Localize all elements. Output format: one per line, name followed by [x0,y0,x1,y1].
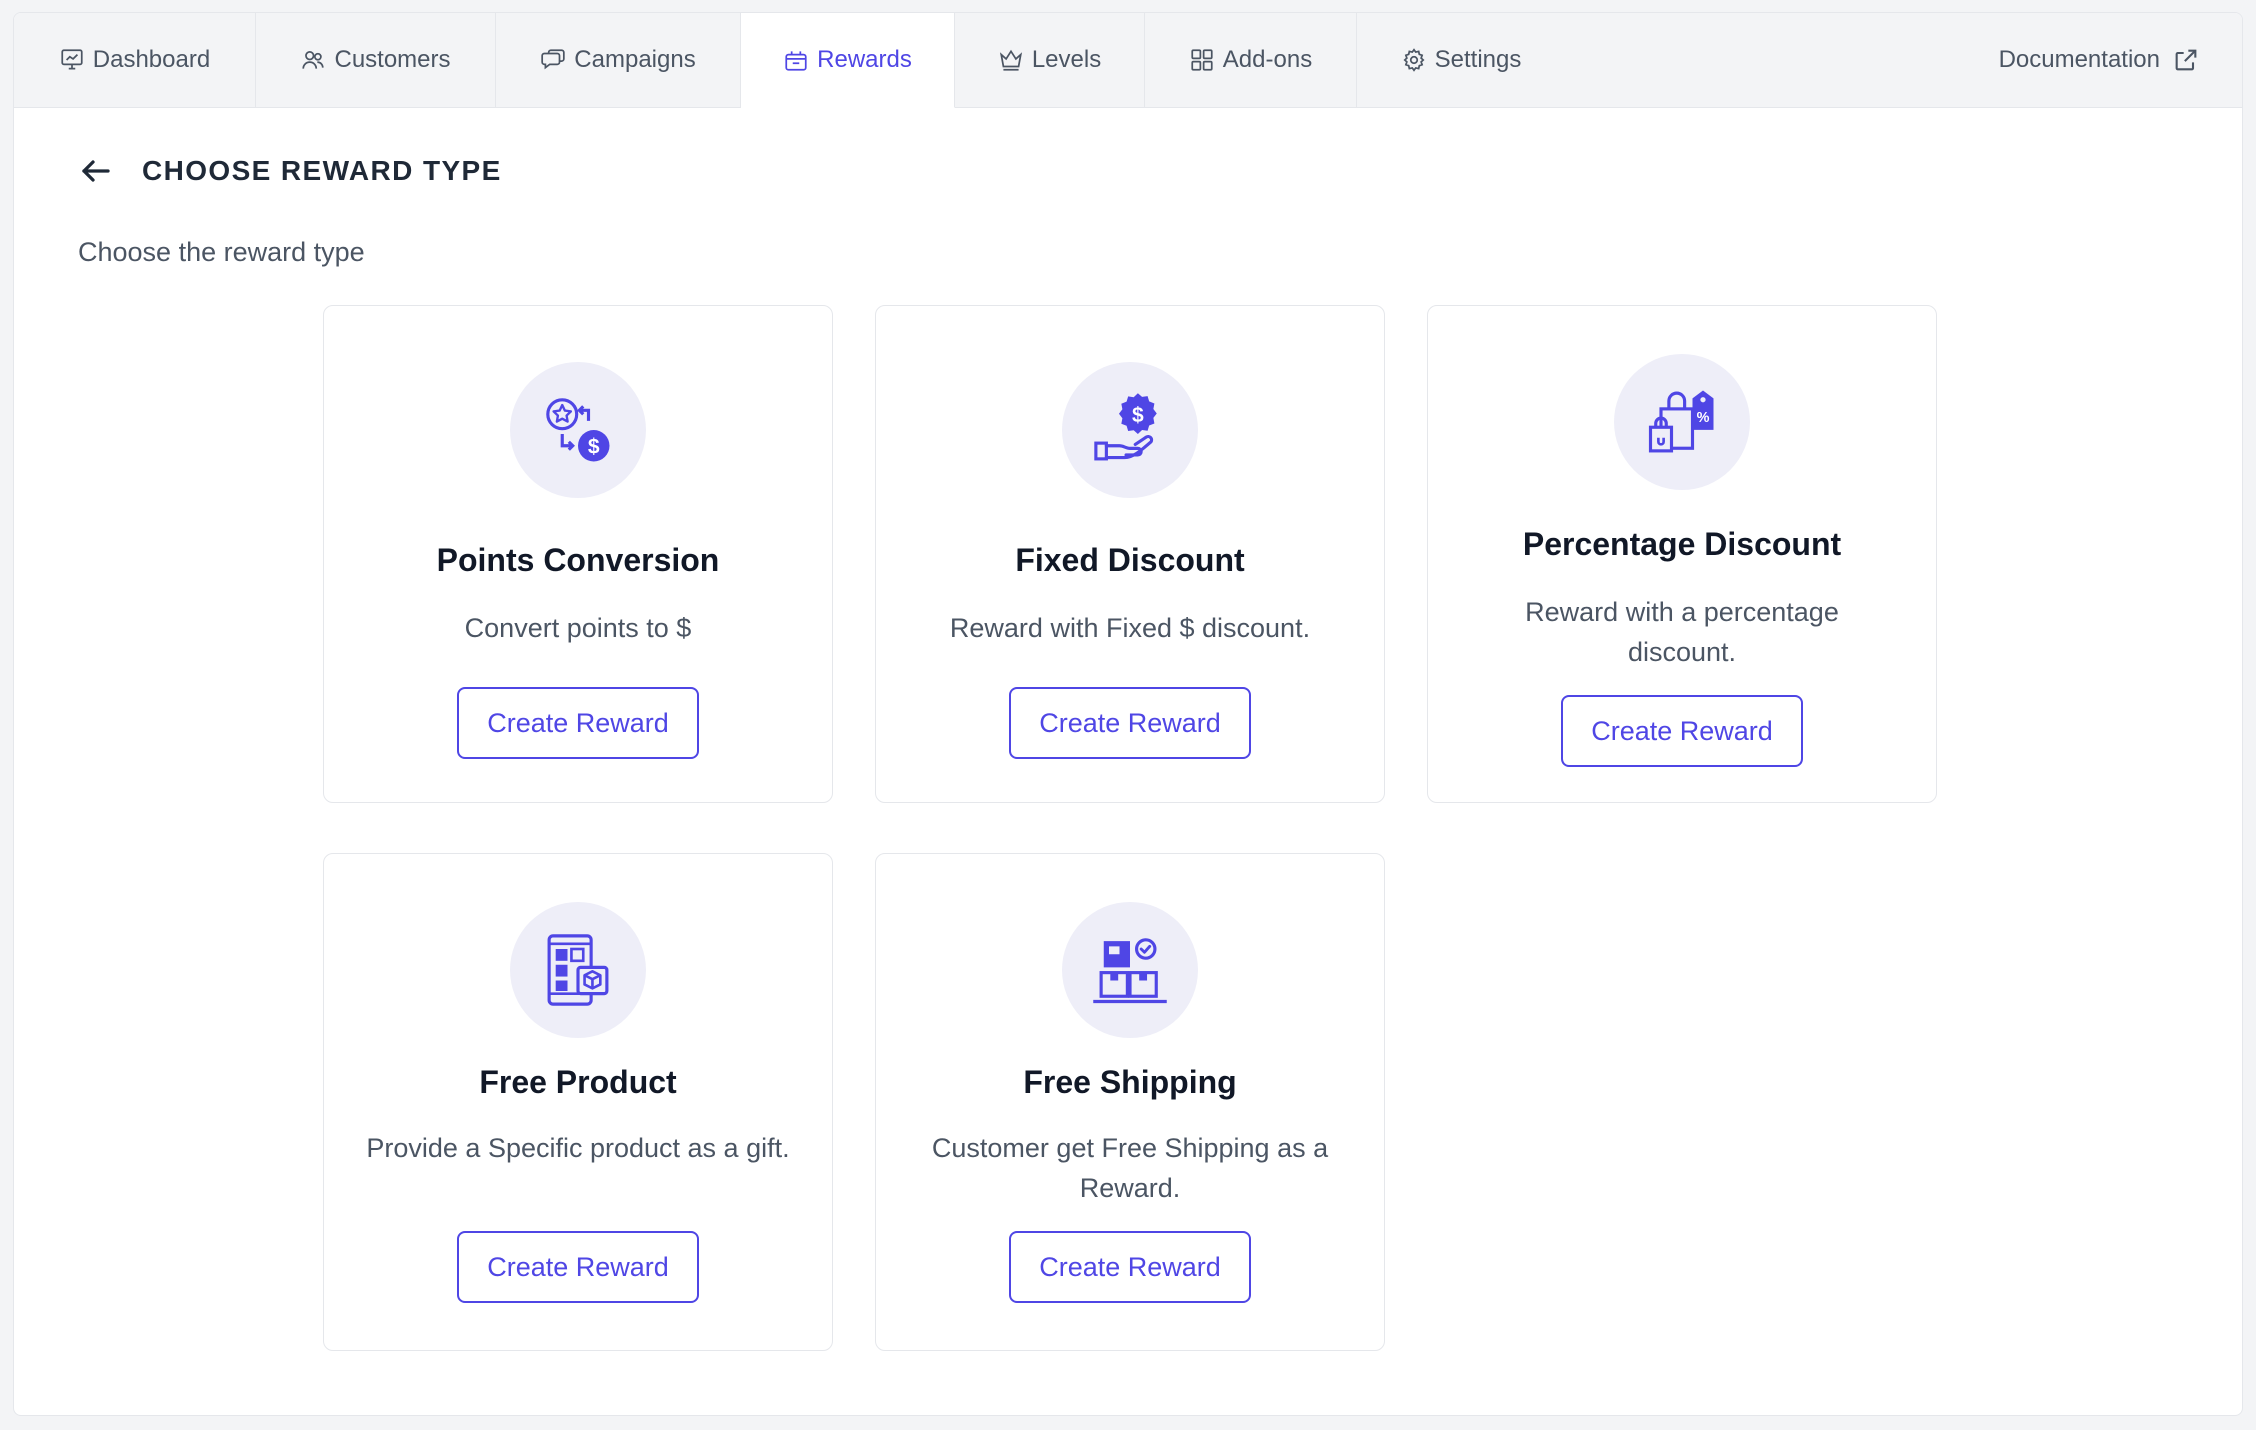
reward-card-fixed-discount: $ Fixed Discount Reward with Fixed $ dis… [875,305,1385,803]
tab-campaigns[interactable]: Campaigns [496,13,741,107]
shipping-boxes-icon [1093,938,1167,1004]
reward-card-percentage-discount: % Percentage Discount Reward with a perc… [1427,305,1937,803]
external-link-icon [2175,49,2197,71]
svg-text:$: $ [1132,404,1144,427]
card-title: Free Shipping [1023,1064,1237,1100]
card-title: Fixed Discount [1015,542,1245,578]
reward-card-free-product: Free Product Provide a Specific product … [323,853,833,1351]
card-icon-wrap: $ [1062,362,1198,498]
phone-gift-icon [547,934,609,1006]
card-icon-wrap [1062,902,1198,1038]
tab-settings[interactable]: Settings [1357,13,1565,107]
top-navigation: Dashboard Customers Campaigns Rewards Le… [14,13,2242,108]
card-icon-wrap: % [1614,354,1750,490]
card-title: Points Conversion [436,542,720,578]
card-icon-wrap: $ [510,362,646,498]
create-reward-button[interactable]: Create Reward [1009,1231,1251,1303]
svg-text:%: % [1697,410,1710,426]
chat-bubbles-icon [541,49,565,70]
tab-label: Add-ons [1222,46,1313,73]
card-description: Convert points to $ [464,613,692,643]
tab-label: Rewards [817,46,912,73]
card-description: Reward with a percentage discount. [1525,597,1839,667]
create-reward-button[interactable]: Create Reward [457,1231,699,1303]
tab-label: Campaigns [574,46,696,73]
svg-text:$: $ [588,436,600,459]
create-reward-button[interactable]: Create Reward [457,687,699,759]
documentation-link[interactable]: Documentation [1999,13,2200,107]
crown-icon [999,49,1022,71]
card-title: Free Product [479,1064,677,1100]
page-title: CHOOSE REWARD TYPE [142,155,502,186]
card-title: Percentage Discount [1522,526,1842,562]
tab-dashboard[interactable]: Dashboard [14,13,256,107]
page-header: CHOOSE REWARD TYPE [78,153,502,189]
reward-card-points-conversion: $ Points Conversion Convert points to $ … [323,305,833,803]
back-button[interactable] [78,153,114,189]
tab-add-ons[interactable]: Add-ons [1145,13,1357,107]
tab-rewards[interactable]: Rewards [741,13,955,108]
hand-dollar-icon: $ [1094,393,1157,461]
points-conversion-icon: $ [546,398,610,462]
users-icon [302,51,325,69]
shopping-bag-percent-icon: % [1648,390,1714,453]
card-icon-wrap [510,902,646,1038]
tab-levels[interactable]: Levels [955,13,1145,107]
arrow-left-icon [82,160,110,182]
grid-squares-icon [1191,49,1213,71]
tab-customers[interactable]: Customers [256,13,496,107]
app-window: Dashboard Customers Campaigns Rewards Le… [13,12,2243,1416]
create-reward-button[interactable]: Create Reward [1561,695,1803,767]
gear-icon [1403,48,1425,72]
card-description: Customer get Free Shipping as a Reward. [931,1133,1329,1203]
card-description: Provide a Specific product as a gift. [366,1133,790,1163]
create-reward-button[interactable]: Create Reward [1009,687,1251,759]
tab-label: Levels [1031,46,1102,73]
reward-card-free-shipping: Free Shipping Customer get Free Shipping… [875,853,1385,1351]
gift-basket-icon [785,51,807,71]
page-subtitle: Choose the reward type [78,237,365,267]
tab-label: Settings [1434,46,1522,73]
tab-label: Dashboard [92,46,211,73]
tab-label: Customers [334,46,451,73]
presentation-chart-icon [61,49,83,70]
documentation-label: Documentation [1998,46,2160,73]
card-description: Reward with Fixed $ discount. [949,613,1311,643]
